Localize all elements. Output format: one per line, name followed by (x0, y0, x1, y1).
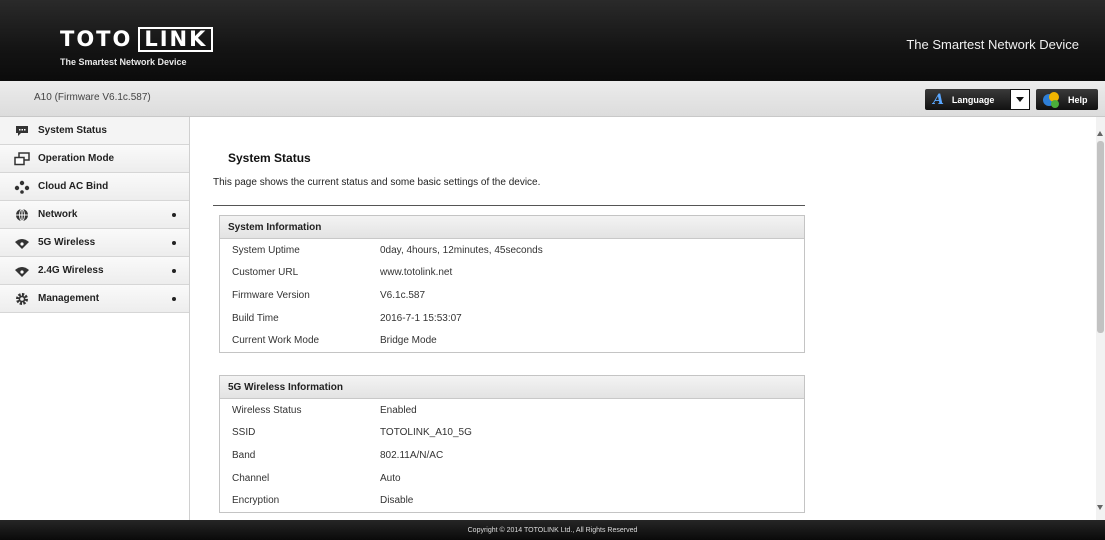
panel-heading: 5G Wireless Information (220, 376, 804, 399)
table-row: System Uptime 0day, 4hours, 12minutes, 45… (220, 239, 804, 262)
sidebar-nav: System Status Operation Mode Cloud AC Bi… (0, 117, 190, 520)
logo-text-toto: TOTO (60, 27, 133, 51)
scrollbar-thumb[interactable] (1097, 141, 1104, 333)
row-key: Customer URL (232, 267, 299, 279)
row-value: 0day, 4hours, 12minutes, 45seconds (380, 244, 543, 256)
divider (213, 205, 805, 206)
row-key: Channel (232, 472, 270, 484)
sidebar-item-24g-wireless[interactable]: 2.4G Wireless (0, 257, 189, 285)
row-key: Band (232, 449, 256, 461)
sidebar-item-cloud-ac-bind[interactable]: Cloud AC Bind (0, 173, 189, 201)
row-value: Bridge Mode (380, 335, 437, 347)
row-value: Auto (380, 472, 401, 484)
row-key: Firmware Version (232, 289, 310, 301)
table-row: Customer URL www.totolink.net (220, 262, 804, 285)
expand-bullet-icon (172, 241, 176, 245)
table-row: Encryption Disable (220, 489, 804, 512)
scroll-down-icon[interactable] (1097, 505, 1103, 510)
row-key: System Uptime (232, 244, 300, 256)
table-row: Band 802.11A/N/AC (220, 444, 804, 467)
language-icon: A (933, 91, 944, 108)
chat-bubble-icon (14, 124, 30, 138)
row-key: Wireless Status (232, 404, 302, 416)
5g-wireless-information-panel: 5G Wireless Information Wireless Status E… (219, 375, 805, 513)
footer-bar: Copyright © 2014 TOTOLINK Ltd., All Righ… (0, 520, 1105, 540)
sidebar-item-network[interactable]: Network (0, 201, 189, 229)
chevron-down-icon[interactable] (1010, 89, 1030, 110)
row-value: 802.11A/N/AC (380, 449, 444, 461)
expand-bullet-icon (172, 297, 176, 301)
table-row: Wireless Status Enabled (220, 399, 804, 422)
page-title: System Status (228, 151, 311, 165)
scroll-up-icon[interactable] (1097, 131, 1103, 136)
header-slogan: The Smartest Network Device (906, 37, 1079, 52)
row-value: Disable (380, 495, 414, 507)
header-bar: TOTO LINK The Smartest Network Device Th… (0, 0, 1105, 81)
cloud-nodes-icon (14, 180, 30, 194)
table-row: SSID TOTOLINK_A10_5G (220, 422, 804, 445)
sidebar-item-label: Network (38, 209, 78, 220)
table-row: Build Time 2016-7-1 15:53:07 (220, 307, 804, 330)
totolink-logo: TOTO LINK The Smartest Network Device (54, 27, 214, 71)
sidebar-item-label: Management (38, 293, 100, 304)
page-description: This page shows the current status and s… (213, 177, 541, 188)
row-key: Encryption (232, 495, 280, 507)
table-row: Current Work Mode Bridge Mode (220, 329, 804, 352)
help-label: Help (1068, 94, 1088, 105)
row-key: Build Time (232, 312, 279, 324)
row-value: V6.1c.587 (380, 289, 426, 301)
expand-bullet-icon (172, 269, 176, 273)
sidebar-item-management[interactable]: Management (0, 285, 189, 313)
sidebar-item-system-status[interactable]: System Status (0, 117, 189, 145)
windows-icon (14, 151, 30, 166)
row-value: TOTOLINK_A10_5G (380, 427, 472, 439)
language-label: Language (951, 94, 995, 105)
expand-bullet-icon (172, 213, 176, 217)
sidebar-item-label: Cloud AC Bind (38, 181, 109, 192)
wifi-icon (14, 236, 30, 250)
table-row: Channel Auto (220, 467, 804, 490)
wifi-icon (14, 264, 30, 278)
row-key: Current Work Mode (232, 335, 320, 347)
row-key: SSID (232, 427, 256, 439)
row-value: 2016-7-1 15:53:07 (380, 312, 462, 324)
row-value: Enabled (380, 404, 417, 416)
sidebar-item-label: Operation Mode (38, 153, 115, 164)
system-information-panel: System Information System Uptime 0day, 4h… (219, 215, 805, 353)
table-row: Firmware Version V6.1c.587 (220, 284, 804, 307)
sidebar-item-5g-wireless[interactable]: 5G Wireless (0, 229, 189, 257)
sidebar-item-operation-mode[interactable]: Operation Mode (0, 145, 189, 173)
globe-icon (14, 208, 30, 222)
sidebar-item-label: System Status (38, 125, 107, 136)
sub-toolbar: A10 (Firmware V6.1c.587) A Language Help (0, 81, 1105, 117)
vertical-scrollbar[interactable] (1096, 117, 1105, 520)
gear-icon (14, 292, 30, 306)
copyright-text: Copyright © 2014 TOTOLINK Ltd., All Righ… (467, 527, 638, 534)
help-person-icon (1042, 91, 1060, 108)
help-button[interactable]: Help (1036, 89, 1098, 110)
language-button[interactable]: A Language (925, 89, 1030, 110)
sidebar-item-label: 2.4G Wireless (38, 265, 104, 276)
logo-text-link: LINK (138, 27, 214, 52)
device-model-label: A10 (Firmware V6.1c.587) (34, 92, 151, 103)
row-value: www.totolink.net (380, 267, 453, 279)
sidebar-item-label: 5G Wireless (38, 237, 96, 248)
panel-heading: System Information (220, 216, 804, 239)
main-content: System Status This page shows the curren… (191, 117, 1096, 520)
logo-tagline: The Smartest Network Device (60, 57, 187, 67)
